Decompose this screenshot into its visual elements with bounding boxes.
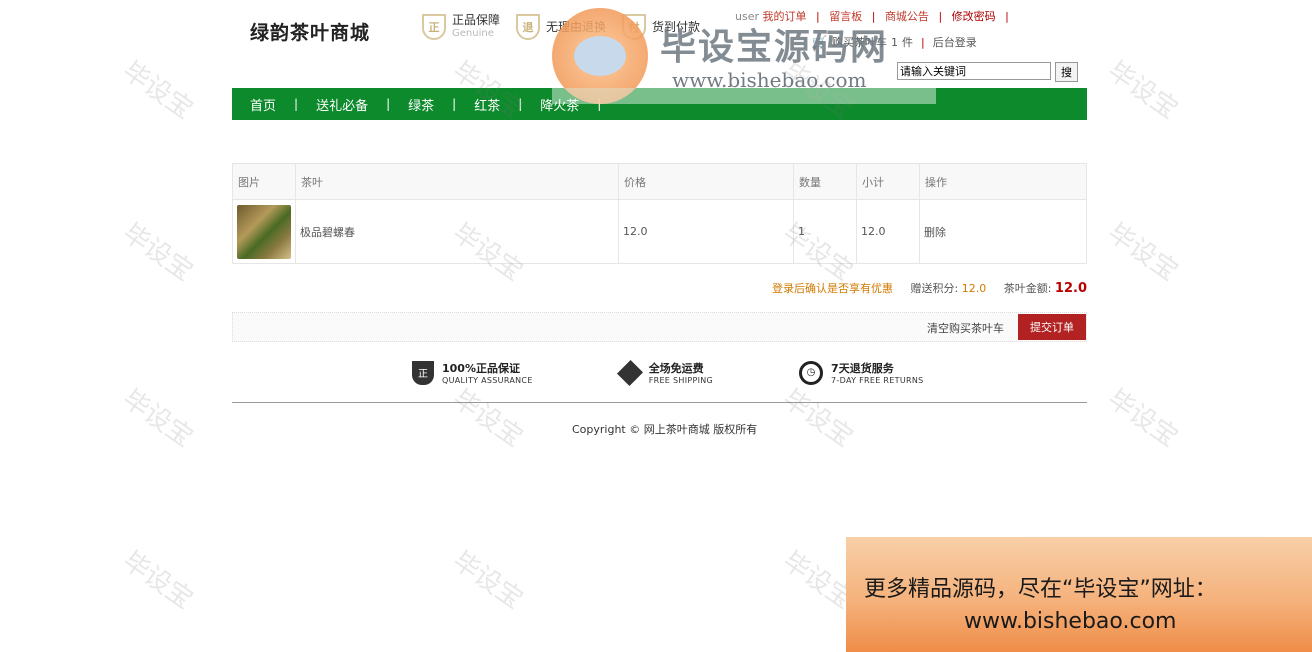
- notice-link[interactable]: 商城公告: [885, 10, 929, 23]
- watermark-text: 毕设宝: [1102, 383, 1184, 454]
- product-qty: 1: [793, 199, 857, 264]
- table-row: 极品碧螺春 12.0 1 12.0 删除: [232, 199, 1087, 264]
- guarantee-sub: 7-DAY FREE RETURNS: [831, 376, 924, 385]
- search-bar: 搜: [897, 62, 1078, 82]
- total-label: 茶叶金额:: [1003, 282, 1052, 295]
- shield-icon: 正: [412, 360, 434, 385]
- watermark-text: 毕设宝: [117, 383, 199, 454]
- top-links: user 我的订单 | 留言板 | 商城公告 | 修改密码 |: [735, 10, 1009, 23]
- clear-cart-link[interactable]: 清空购买茶叶车: [927, 320, 1004, 336]
- badge-title: 正品保障: [452, 13, 501, 27]
- guarantee-title: 7天退货服务: [831, 362, 894, 375]
- cart-link[interactable]: 购买茶叶车: [832, 34, 887, 50]
- col-action: 操作: [919, 163, 1087, 200]
- badge-sub: Genuine: [452, 28, 494, 39]
- col-subtotal: 小计: [856, 163, 920, 200]
- watermark-text: 毕设宝: [117, 217, 199, 288]
- guarantee-returns: ◷ 7天退货服务 7-DAY FREE RETURNS: [799, 360, 923, 385]
- admin-login-link[interactable]: 后台登录: [933, 34, 977, 50]
- product-price: 12.0: [618, 199, 794, 264]
- box-icon: [616, 359, 643, 386]
- nav-home[interactable]: 首页: [232, 95, 294, 114]
- promo-line-2: www.bishebao.com: [964, 609, 1177, 634]
- main-nav: 首页 | 送礼必备 | 绿茶 | 红茶 | 降火茶 |: [232, 88, 1087, 120]
- cart-actions: 清空购买茶叶车 提交订单: [232, 312, 1087, 342]
- cart-summary: 登录后确认是否享有优惠 赠送积分: 12.0 茶叶金额: 12.0: [232, 280, 1087, 296]
- search-button[interactable]: 搜: [1055, 62, 1078, 82]
- badge-title: 货到付款: [652, 19, 701, 34]
- badge-genuine: 正 正品保障 Genuine: [422, 14, 500, 40]
- cart-count: 1: [891, 35, 898, 49]
- product-thumbnail[interactable]: [237, 204, 291, 259]
- guestbook-link[interactable]: 留言板: [829, 10, 862, 23]
- watermark-text: 毕设宝: [447, 545, 529, 616]
- login-tip-link[interactable]: 登录后确认是否享有优惠: [772, 282, 893, 295]
- badge-refund: 退 无理由退换: [516, 14, 606, 40]
- guarantee-title: 全场免运费: [648, 362, 704, 375]
- watermark-text: 毕设宝: [1102, 55, 1184, 126]
- col-qty: 数量: [793, 163, 857, 200]
- badge-title: 无理由退换: [546, 19, 607, 34]
- cart-icon[interactable]: 🛒: [812, 35, 828, 49]
- cart-bar: 🛒 购买茶叶车 1 件 | 后台登录: [812, 34, 977, 50]
- pay-icon: 付: [622, 14, 647, 40]
- guarantee-sub: QUALITY ASSURANCE: [442, 376, 533, 385]
- guarantee-strip: 正 100%正品保证 QUALITY ASSURANCE 全场免运费 FREE …: [412, 359, 924, 386]
- guarantee-shipping: 全场免运费 FREE SHIPPING: [616, 359, 714, 386]
- guarantee-quality: 正 100%正品保证 QUALITY ASSURANCE: [412, 360, 533, 385]
- cart-unit: 件: [902, 36, 913, 49]
- nav-black-tea[interactable]: 红茶: [456, 95, 518, 114]
- col-price: 价格: [618, 163, 794, 200]
- site-logo[interactable]: 绿韵茶叶商城: [250, 18, 370, 45]
- product-name[interactable]: 极品碧螺春: [295, 199, 619, 264]
- watermark-text: 毕设宝: [777, 383, 859, 454]
- promo-banner: 更多精品源码，尽在“毕设宝”网址： www.bishebao.com: [846, 537, 1312, 652]
- my-orders-link[interactable]: 我的订单: [763, 10, 807, 23]
- service-badges: 正 正品保障 Genuine 退 无理由退换 付 货到付款: [422, 14, 700, 40]
- refund-icon: 退: [516, 14, 541, 40]
- watermark-text: 毕设宝: [447, 383, 529, 454]
- nav-gifts[interactable]: 送礼必备: [298, 95, 386, 114]
- col-tea: 茶叶: [295, 163, 619, 200]
- clock-icon: ◷: [799, 360, 824, 385]
- total-value: 12.0: [1054, 281, 1087, 296]
- cart-table: 图片 茶叶 价格 数量 小计 操作 极品碧螺春 12.0 1 12.0 删除: [232, 163, 1087, 264]
- col-image: 图片: [232, 163, 296, 200]
- nav-cooling-tea[interactable]: 降火茶: [522, 95, 597, 114]
- copyright-text: Copyright © 网上茶叶商城 版权所有: [572, 423, 758, 436]
- watermark-text: 毕设宝: [1102, 217, 1184, 288]
- product-subtotal: 12.0: [856, 199, 920, 264]
- watermark-text: 毕设宝: [117, 545, 199, 616]
- guarantee-title: 100%正品保证: [442, 362, 520, 375]
- promo-line-1: 更多精品源码，尽在“毕设宝”网址：: [864, 577, 1217, 602]
- points-label: 赠送积分:: [910, 282, 959, 295]
- search-input[interactable]: [897, 62, 1051, 80]
- points-value: 12.0: [961, 282, 987, 295]
- username: user: [735, 10, 759, 23]
- guarantee-sub: FREE SHIPPING: [648, 376, 714, 385]
- shield-icon: 正: [422, 14, 446, 40]
- watermark-text: 毕设宝: [117, 55, 199, 126]
- submit-order-button[interactable]: 提交订单: [1018, 314, 1086, 340]
- change-password-link[interactable]: 修改密码: [952, 10, 996, 23]
- cart-header-row: 图片 茶叶 价格 数量 小计 操作: [232, 163, 1087, 200]
- nav-green-tea[interactable]: 绿茶: [390, 95, 452, 114]
- footer-divider: [232, 402, 1087, 403]
- badge-cod: 付 货到付款: [622, 14, 700, 40]
- delete-button[interactable]: 删除: [924, 226, 946, 239]
